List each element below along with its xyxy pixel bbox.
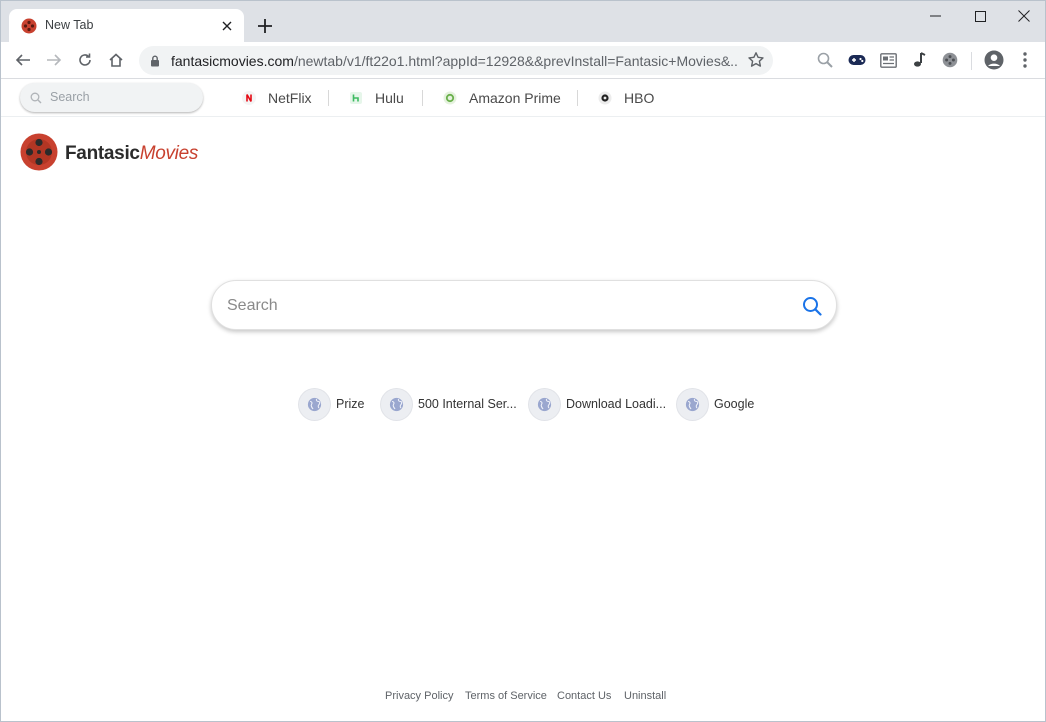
gamepad-extension-icon[interactable] xyxy=(847,50,867,70)
footer-uninstall-link[interactable]: Uninstall xyxy=(624,690,666,702)
shortcut-label: Prize xyxy=(336,397,365,411)
search-submit-icon[interactable] xyxy=(800,294,824,318)
profile-avatar-icon[interactable] xyxy=(984,50,1004,70)
toolbar-separator xyxy=(971,52,972,70)
globe-icon xyxy=(529,388,560,420)
zoom-search-icon[interactable] xyxy=(815,50,835,70)
fantasic-movies-extension-icon[interactable] xyxy=(940,50,960,70)
hbo-icon xyxy=(598,91,612,105)
quicklink-label: HBO xyxy=(624,90,655,106)
quicklink-netflix[interactable]: NetFlix xyxy=(242,87,312,109)
footer-privacy-policy-link[interactable]: Privacy Policy xyxy=(385,690,453,702)
quickbar-separator xyxy=(422,90,423,106)
maximize-icon[interactable] xyxy=(957,1,1003,31)
shortcut-google[interactable]: Google xyxy=(677,388,754,420)
window-close-icon[interactable] xyxy=(1001,1,1046,31)
netflix-icon xyxy=(242,91,256,105)
browser-window: New Tab fantasicmovies.com/newtab/v1/ft2… xyxy=(0,0,1046,722)
hulu-icon xyxy=(349,91,363,105)
url-path: /newtab/v1/ft22o1.html?appId=12928&&prev… xyxy=(293,53,737,69)
main-search-box[interactable] xyxy=(211,280,837,330)
minimize-icon[interactable] xyxy=(912,1,958,31)
shortcut-prize[interactable]: Prize xyxy=(299,388,364,420)
quicklink-label: NetFlix xyxy=(268,90,312,106)
quicklink-amazon-prime[interactable]: Amazon Prime xyxy=(443,87,561,109)
tab-title: New Tab xyxy=(45,18,94,32)
quickbar-search-box[interactable] xyxy=(20,83,203,112)
film-reel-logo-icon xyxy=(20,133,58,176)
shortcut-label: Download Loadi... xyxy=(566,397,667,411)
url-host: fantasicmovies.com xyxy=(171,53,294,69)
home-icon[interactable] xyxy=(103,47,129,73)
shortcut-download-loading[interactable]: Download Loadi... xyxy=(529,388,666,420)
quick-links-bar: NetFlix Hulu Amazon Prime HBO xyxy=(1,79,1045,117)
main-search-input[interactable] xyxy=(227,294,787,318)
globe-icon xyxy=(677,388,708,420)
browser-toolbar: fantasicmovies.com/newtab/v1/ft22o1.html… xyxy=(1,42,1045,79)
quickbar-separator xyxy=(577,90,578,106)
shortcut-label: Google xyxy=(714,397,755,411)
tab-close-icon[interactable] xyxy=(218,17,236,35)
music-note-extension-icon[interactable] xyxy=(909,50,929,70)
fantasic-movies-favicon-icon xyxy=(21,18,37,34)
tab-new-tab[interactable]: New Tab xyxy=(9,9,244,42)
more-menu-icon[interactable] xyxy=(1015,50,1035,70)
reload-icon[interactable] xyxy=(72,47,98,73)
shortcut-label: 500 Internal Ser... xyxy=(418,397,517,411)
quickbar-search-input[interactable] xyxy=(50,88,190,106)
quicklink-hbo[interactable]: HBO xyxy=(598,87,654,109)
url-text: fantasicmovies.com/newtab/v1/ft22o1.html… xyxy=(171,53,737,69)
logo-text: FantasicMovies xyxy=(65,143,198,165)
back-arrow-icon[interactable] xyxy=(10,47,36,73)
logo-text-fantasic: Fantasic xyxy=(65,143,140,164)
footer-terms-of-service-link[interactable]: Terms of Service xyxy=(465,690,547,702)
globe-icon xyxy=(381,388,412,420)
logo-text-movies: Movies xyxy=(139,143,199,164)
lock-icon xyxy=(150,54,160,72)
quicklink-label: Hulu xyxy=(375,90,404,106)
shortcut-500-internal-server[interactable]: 500 Internal Ser... xyxy=(381,388,517,420)
amazon-prime-icon xyxy=(443,91,457,105)
address-bar[interactable]: fantasicmovies.com/newtab/v1/ft22o1.html… xyxy=(139,46,773,75)
news-extension-icon[interactable] xyxy=(878,50,898,70)
forward-arrow-icon[interactable] xyxy=(41,47,67,73)
footer-contact-us-link[interactable]: Contact Us xyxy=(557,690,611,702)
new-tab-plus-icon[interactable] xyxy=(253,14,277,38)
quicklink-hulu[interactable]: Hulu xyxy=(349,87,404,109)
quicklink-label: Amazon Prime xyxy=(469,90,561,106)
search-icon xyxy=(30,91,42,109)
fantasic-movies-logo[interactable]: FantasicMovies xyxy=(20,133,198,176)
quickbar-separator xyxy=(328,90,329,106)
bookmark-star-icon[interactable] xyxy=(747,51,765,74)
tab-strip: New Tab xyxy=(1,1,1045,42)
globe-icon xyxy=(299,388,330,420)
